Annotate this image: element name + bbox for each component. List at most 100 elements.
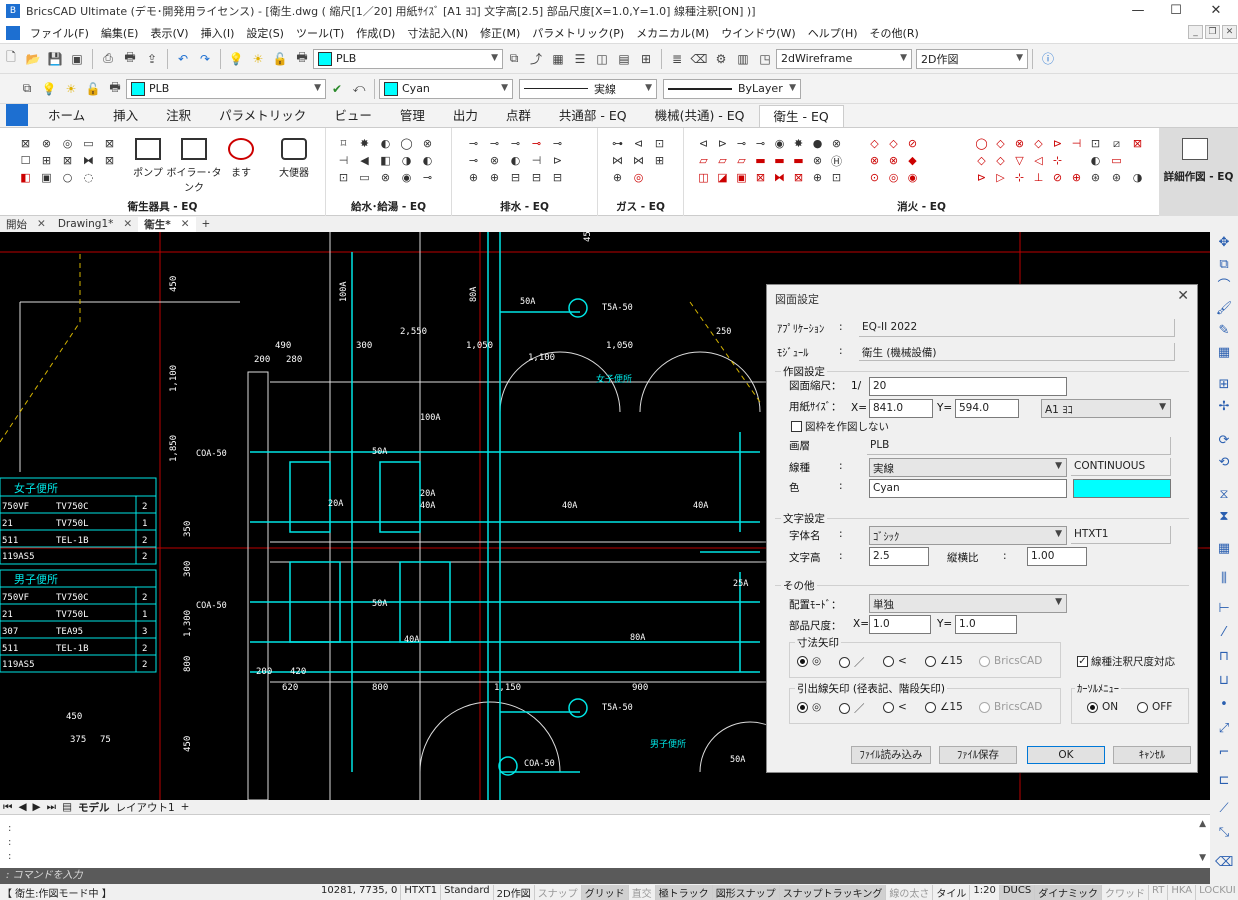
menu-mechanical[interactable]: メカニカル(M) [630,25,715,41]
status-item[interactable]: HKA [1168,884,1197,900]
load-file-button[interactable]: ﾌｧｲﾙ読み込み [851,746,931,764]
edit-icon[interactable]: ✎ [1215,322,1233,340]
paper-x-input[interactable]: 841.0 [869,399,933,418]
properties-icon[interactable]: ▦ [549,50,567,68]
tab-insert[interactable]: 挿入 [99,105,152,127]
status-item[interactable]: 直交 [629,884,656,900]
fire-icon[interactable]: ◫ [696,170,711,185]
leader-arrow-radio-slash[interactable]: ／ [839,701,865,716]
fixture-icon[interactable]: ▣ [39,170,54,185]
layer-manager-icon[interactable]: ⧉ [18,80,36,98]
fire-icon[interactable]: ◇ [974,153,989,168]
render-icon[interactable]: ◳ [756,50,774,68]
layer-on-icon[interactable]: 💡 [227,50,245,68]
tab-pointcloud[interactable]: 点群 [492,105,545,127]
tool-palette-icon[interactable]: ▤ [615,50,633,68]
publish-icon[interactable]: ⇪ [143,50,161,68]
menu-tools[interactable]: ツール(T) [290,25,350,41]
fire-icon[interactable]: ⊗ [829,136,844,151]
fire-icon[interactable]: ◇ [867,136,882,151]
offset-icon[interactable]: ⊏ [1215,772,1233,790]
fire-icon[interactable]: ◇ [993,136,1008,151]
current-layer-dropdown[interactable]: PLB ▼ [126,78,326,99]
fire-icon[interactable]: ⊳ [1050,136,1065,151]
valve-icon[interactable]: ✸ [357,136,372,151]
ribbon-panel-detail[interactable]: 詳細作図 - EQ [1160,128,1238,216]
font-dropdown[interactable]: ｺﾞｼｯｸ ▼ [869,526,1067,545]
paper-size-dropdown[interactable]: A1 ﾖｺ ▼ [1041,399,1171,418]
tab-manage[interactable]: 管理 [386,105,439,127]
tab-home[interactable]: ホーム [34,105,99,127]
mirror-icon[interactable]: ⧖ [1215,486,1233,504]
valve-icon[interactable]: ◯ [399,136,414,151]
doc-close-button[interactable]: ✕ [1222,25,1237,39]
gas-icon[interactable]: ⊡ [652,136,667,151]
drain-icon[interactable]: ⊸ [550,136,565,151]
tab-layout1[interactable]: レイアウト1 [115,800,174,815]
fire-icon[interactable]: ▬ [753,153,768,168]
undo-icon[interactable]: ↶ [174,50,192,68]
fire-icon[interactable]: ⊛ [1088,170,1103,185]
doc-tab-sanitary[interactable]: 衛生* ✕ [138,216,196,232]
boiler-tank-button[interactable]: ボイラー･タンク [166,138,222,194]
fire-icon[interactable]: ▷ [993,170,1008,185]
menu-parametric[interactable]: パラメトリック(P) [526,25,630,41]
rotate3d-icon[interactable]: ⟲ [1215,454,1233,472]
valve-icon[interactable]: ⊗ [378,170,393,185]
application-menu-icon[interactable] [6,104,28,126]
fillet-icon[interactable]: ⌒ [1215,278,1233,296]
tab-annotate[interactable]: 注釈 [152,105,205,127]
fire-icon[interactable]: ⊗ [810,153,825,168]
fire-icon[interactable]: ⊙ [867,170,882,185]
status-item[interactable]: グリッド [581,884,629,900]
stretch-icon[interactable]: ⤡ [1215,824,1233,842]
fixture-icon[interactable]: ⊠ [18,136,33,151]
new-doc-tab-button[interactable]: + [196,218,217,230]
calculator-icon[interactable]: ▥ [734,50,752,68]
status-item[interactable]: LOCKUI [1196,885,1238,900]
cursor-menu-off-radio[interactable]: OFF [1137,701,1172,713]
fixture-icon[interactable]: ⧓ [81,153,96,168]
fire-icon[interactable]: ⊘ [905,136,920,151]
menu-dimension[interactable]: 寸法記入(N) [401,25,474,41]
fire-icon[interactable]: ◉ [905,170,920,185]
scroll-up-icon[interactable]: ▲ [1199,819,1206,829]
fixture-icon[interactable]: ○ [60,170,75,185]
fire-icon[interactable]: ⊹ [1012,170,1027,185]
layer-plot-icon[interactable]: 🖶 [106,80,124,98]
leader-arrow-radio-circle[interactable]: ◎ [797,701,821,713]
part-scale-x-input[interactable]: 1.0 [869,615,931,634]
print-preview-icon[interactable]: ⎙ [99,50,117,68]
make-current-icon[interactable]: ✔ [328,80,346,98]
eraser-icon[interactable]: ⌫ [1215,854,1233,872]
fire-icon[interactable]: ⊠ [1130,136,1145,151]
drain-icon[interactable]: ⊟ [550,170,565,185]
fire-icon[interactable]: ⊣ [1069,136,1084,151]
cancel-button[interactable]: ｷｬﾝｾﾙ [1113,746,1191,764]
text-height-input[interactable]: 2.5 [869,547,929,566]
fire-icon[interactable]: ▭ [1109,153,1124,168]
valve-icon[interactable]: ⊣ [336,153,351,168]
tab-model[interactable]: モデル [78,800,110,815]
first-layout-icon[interactable]: ⏮ [3,801,12,814]
fire-icon[interactable]: ⧄ [1109,136,1124,151]
fire-icon[interactable]: ⊸ [734,136,749,151]
layer-plot-icon[interactable]: 🖶 [293,50,311,68]
help-icon[interactable]: ⓘ [1039,50,1057,68]
close-button[interactable]: ✕ [1194,0,1238,22]
layer-dropdown[interactable]: PLB ▼ [313,48,503,69]
valve-icon[interactable]: ◉ [399,170,414,185]
gas-icon[interactable]: ⊶ [610,136,625,151]
fire-icon[interactable]: ⊡ [1088,136,1103,151]
drain-icon[interactable]: ⊸ [466,136,481,151]
fixture-icon[interactable]: ⊗ [39,136,54,151]
menu-edit[interactable]: 編集(E) [95,25,145,41]
no-frame-checkbox[interactable]: 図枠を作図しない [791,419,889,434]
fire-icon[interactable]: ⧓ [772,170,787,185]
fire-icon[interactable]: Ⓗ [829,153,844,168]
fire-icon[interactable]: ◇ [993,153,1008,168]
drain-icon[interactable]: ⊳ [550,153,565,168]
gas-icon[interactable]: ⊞ [652,153,667,168]
layer-previous-icon[interactable]: ⤺ [350,80,368,98]
fixture-icon[interactable]: ⊠ [102,153,117,168]
